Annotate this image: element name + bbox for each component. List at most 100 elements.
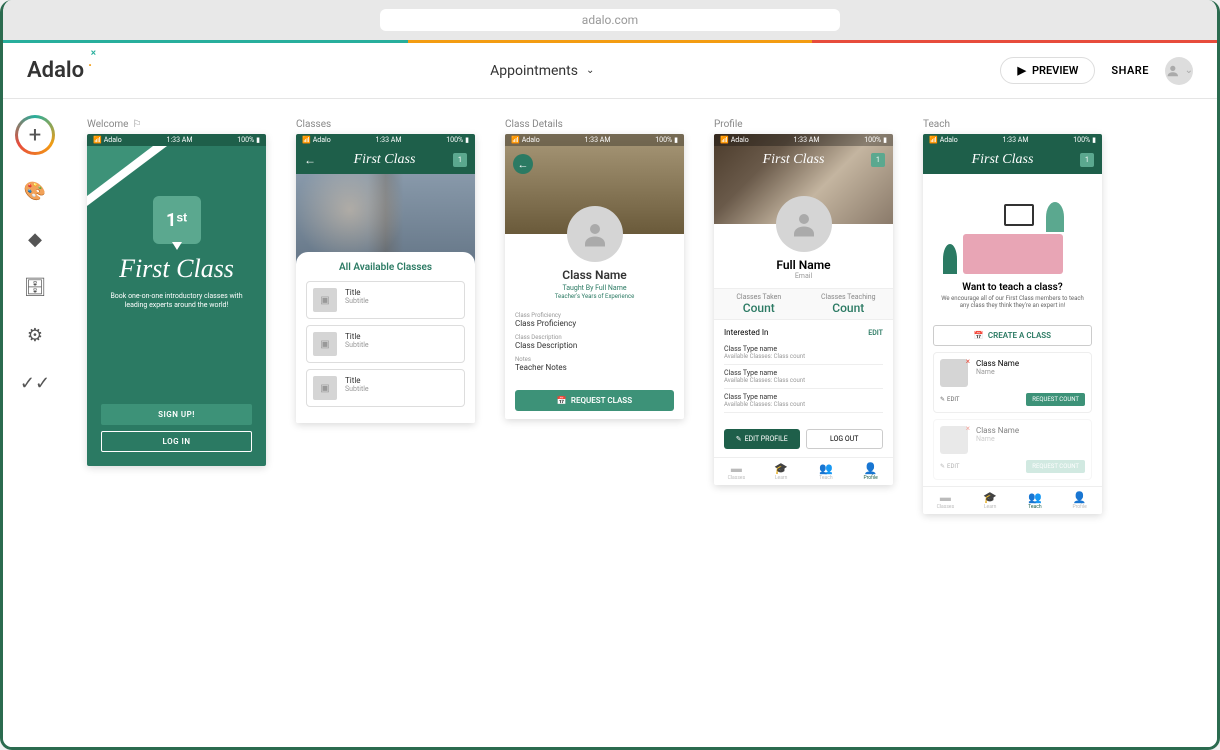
screen-profile[interactable]: 📶Adalo 1:33 AM 100%▮ First Class 1 Full … [714, 134, 893, 485]
image-icon: ▣ [313, 288, 337, 312]
layers-icon[interactable]: ◆ [23, 227, 47, 251]
taught-by: Taught By Full Name [505, 284, 684, 292]
stat-taken: Classes TakenCount [714, 289, 804, 319]
back-arrow-icon[interactable]: ← [304, 153, 316, 167]
card-sub: Name [976, 435, 1019, 443]
status-bar: 📶Adalo 1:33 AM 100%▮ [714, 134, 893, 146]
experience: Teacher's Years of Experience [505, 293, 684, 300]
status-bar: 📶Adalo 1:33 AM 100%▮ [87, 134, 266, 146]
card-name: Class Name [976, 359, 1019, 368]
header-app-icon: 1 [453, 153, 467, 167]
request-class-button[interactable]: 📅 REQUEST CLASS [515, 390, 674, 411]
interested-label: Interested In [724, 328, 768, 337]
tabbar: ▬Classes 🎓Learn 👥Teach 👤Profile [923, 486, 1102, 514]
canvas[interactable]: Welcome ⚐ 📶Adalo 1:33 AM 100%▮ 1ˢᵗ First… [67, 99, 1217, 747]
calendar-icon: 📅 [557, 396, 567, 405]
add-button[interactable]: + [15, 115, 55, 155]
field-value: Teacher Notes [515, 363, 674, 372]
teach-subtitle: We encourage all of our First Class memb… [933, 295, 1092, 309]
class-type-row[interactable]: Class Type nameAvailable Classes: Class … [724, 365, 883, 389]
edit-link[interactable]: EDIT [868, 329, 883, 337]
preview-button[interactable]: ▶ PREVIEW [1000, 57, 1095, 84]
class-card[interactable]: ▣ TitleSubtitle [306, 369, 465, 407]
image-icon [940, 359, 968, 387]
header-app-icon: 1 [871, 153, 885, 167]
class-card[interactable]: ▣ TitleSubtitle [306, 325, 465, 363]
field-label: Class Description [515, 334, 674, 341]
email: Email [714, 272, 893, 280]
screen-welcome[interactable]: 📶Adalo 1:33 AM 100%▮ 1ˢᵗ First Class Boo… [87, 134, 266, 466]
class-card[interactable]: ▣ TitleSubtitle [306, 281, 465, 319]
teach-card[interactable]: Class NameName ✎EDIT REQUEST COUNT [933, 352, 1092, 413]
tab-classes[interactable]: ▬Classes [923, 491, 968, 510]
brand-title: First Class [119, 254, 234, 284]
status-bar: 📶Adalo 1:33 AM 100%▮ [505, 134, 684, 146]
image-icon: ▣ [313, 376, 337, 400]
field-label: Notes [515, 356, 674, 363]
screen-class-details[interactable]: 📶Adalo 1:33 AM 100%▮ ← Class Name Taught… [505, 134, 684, 419]
screen-teach[interactable]: 📶Adalo 1:33 AM 100%▮ First Class 1 [923, 134, 1102, 514]
tagline: Book one-on-one introductory classes wit… [87, 292, 266, 310]
card-sub: Name [976, 368, 1019, 376]
illustration [933, 194, 1092, 274]
card-subtitle: Subtitle [345, 385, 369, 393]
tab-learn[interactable]: 🎓Learn [759, 462, 804, 481]
project-name: Appointments [490, 63, 578, 79]
tab-teach[interactable]: 👥Teach [804, 462, 849, 481]
screen-classes[interactable]: 📶Adalo 1:33 AM 100%▮ ← First Class 1 All… [296, 134, 475, 423]
accent-strip [3, 40, 1217, 43]
screen-label: Welcome ⚐ [87, 119, 266, 130]
login-button[interactable]: LOG IN [101, 431, 252, 452]
image-icon [940, 426, 968, 454]
full-name: Full Name [714, 258, 893, 272]
gear-icon[interactable]: ⚙ [23, 323, 47, 347]
request-count-button[interactable]: REQUEST COUNT [1026, 393, 1085, 406]
edit-button[interactable]: ✎EDIT [940, 396, 960, 403]
field-value: Class Proficiency [515, 319, 674, 328]
tab-teach[interactable]: 👥Teach [1013, 491, 1058, 510]
tab-profile[interactable]: 👤Profile [1057, 491, 1102, 510]
button-label: REQUEST CLASS [571, 396, 632, 405]
share-button[interactable]: SHARE [1111, 64, 1149, 77]
tab-profile[interactable]: 👤Profile [848, 462, 893, 481]
chevron-down-icon: ⌄ [1185, 65, 1193, 76]
database-icon[interactable]: 🗄 [23, 275, 47, 299]
tab-learn[interactable]: 🎓Learn [968, 491, 1013, 510]
logout-button[interactable]: LOG OUT [806, 429, 884, 449]
hero-image [296, 174, 475, 264]
calendar-icon: 📅 [974, 331, 984, 340]
project-dropdown[interactable]: Appointments ⌄ [490, 63, 594, 79]
signup-button[interactable]: SIGN UP! [101, 404, 252, 425]
section-title: All Available Classes [306, 262, 465, 273]
card-subtitle: Subtitle [345, 297, 369, 305]
screen-label: Classes [296, 119, 475, 130]
back-button[interactable]: ← [513, 154, 533, 174]
screen-label: Class Details [505, 119, 684, 130]
topbar: Adalo Appointments ⌄ ▶ PREVIEW SHARE ⌄ [3, 43, 1217, 99]
card-subtitle: Subtitle [345, 341, 369, 349]
app-icon: 1ˢᵗ [153, 196, 201, 244]
teacher-avatar [567, 206, 623, 262]
class-type-row[interactable]: Class Type nameAvailable Classes: Class … [724, 341, 883, 365]
tab-classes[interactable]: ▬Classes [714, 462, 759, 481]
play-icon: ▶ [1017, 64, 1025, 77]
user-menu[interactable]: ⌄ [1165, 57, 1193, 85]
chevron-down-icon: ⌄ [586, 65, 594, 76]
header-brand: First Class [322, 152, 447, 168]
field-label: Class Proficiency [515, 312, 674, 319]
image-icon: ▣ [313, 332, 337, 356]
edit-button[interactable]: ✎EDIT [940, 463, 960, 470]
class-name: Class Name [505, 268, 684, 282]
tabbar: ▬Classes 🎓Learn 👥Teach 👤Profile [714, 457, 893, 485]
screen-label: Teach [923, 119, 1102, 130]
edit-profile-button[interactable]: ✎EDIT PROFILE [724, 429, 800, 449]
request-count-button[interactable]: REQUEST COUNT [1026, 460, 1085, 473]
create-class-button[interactable]: 📅CREATE A CLASS [933, 325, 1092, 346]
browser-chrome: adalo.com [3, 0, 1217, 40]
class-type-row[interactable]: Class Type nameAvailable Classes: Class … [724, 389, 883, 413]
teach-card[interactable]: Class NameName ✎EDIT REQUEST COUNT [933, 419, 1092, 480]
card-title: Title [345, 376, 369, 385]
check-icon[interactable]: ✓✓ [23, 371, 47, 395]
url-bar[interactable]: adalo.com [380, 9, 840, 31]
palette-icon[interactable]: 🎨 [23, 179, 47, 203]
